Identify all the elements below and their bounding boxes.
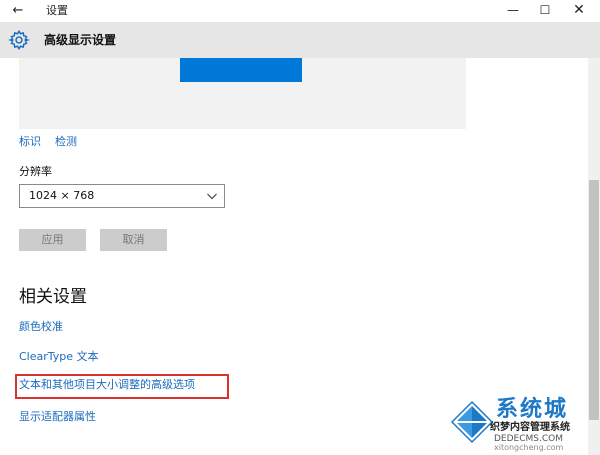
resolution-label: 分辨率 (19, 165, 52, 178)
cancel-button[interactable]: 取消 (100, 229, 167, 251)
title-bar: ← 设置 — ☐ ✕ (0, 0, 600, 22)
cleartype-text-link[interactable]: ClearType 文本 (19, 349, 99, 365)
resolution-dropdown[interactable]: 1024 × 768 (19, 184, 225, 208)
display-preview (19, 58, 466, 129)
preview-links: 标识 检测 (19, 134, 91, 150)
minimize-button[interactable]: — (496, 0, 530, 22)
windows-logo-icon (450, 400, 494, 444)
gear-icon (8, 29, 30, 51)
highlight-box (15, 374, 229, 399)
watermark-brand: 系统城 (496, 397, 569, 422)
chevron-down-icon (207, 193, 217, 200)
display-adapter-properties-link[interactable]: 显示适配器属性 (19, 409, 96, 425)
page-header: 高级显示设置 (0, 22, 600, 58)
page-title: 高级显示设置 (44, 33, 117, 47)
resolution-value: 1024 × 768 (29, 189, 95, 202)
monitor-tile[interactable] (180, 58, 302, 82)
apply-button[interactable]: 应用 (19, 229, 86, 251)
detect-link[interactable]: 检测 (55, 135, 77, 148)
scrollbar-thumb[interactable] (589, 180, 599, 420)
color-calibration-link[interactable]: 颜色校准 (19, 319, 63, 335)
watermark-line-3: xitongcheng.com (494, 443, 564, 452)
back-arrow-icon[interactable]: ← (8, 2, 28, 20)
related-settings-title: 相关设置 (19, 287, 87, 307)
maximize-button[interactable]: ☐ (528, 0, 562, 22)
watermark: 系统城 织梦内容管理系统 DEDECMS.COM xitongcheng.com (444, 396, 600, 455)
identify-link[interactable]: 标识 (19, 135, 41, 148)
window-title: 设置 (46, 4, 68, 17)
watermark-line-1: 织梦内容管理系统 (490, 422, 570, 433)
close-button[interactable]: ✕ (562, 0, 596, 22)
